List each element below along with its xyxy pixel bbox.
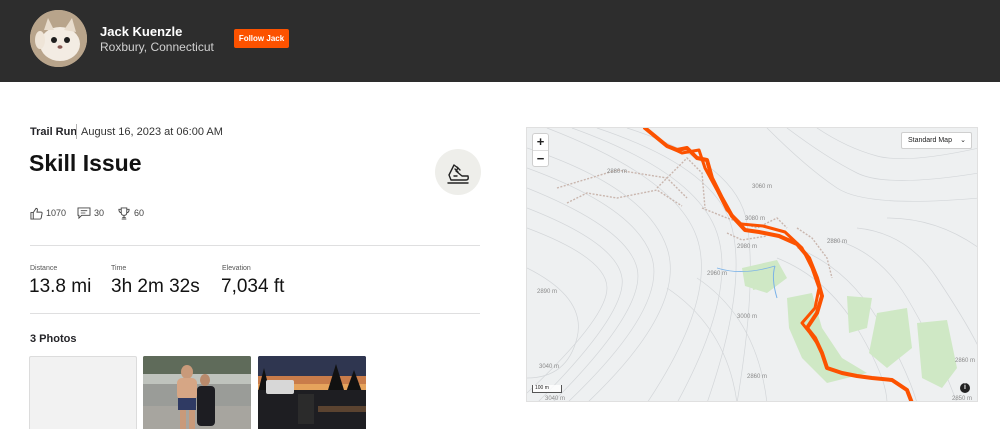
photo-thumbnail[interactable] xyxy=(29,356,137,429)
contour-label: 2880 m xyxy=(827,239,847,245)
thumbs-up-icon xyxy=(30,207,43,220)
zoom-out-button[interactable]: − xyxy=(533,151,548,167)
divider xyxy=(76,124,77,139)
divider xyxy=(30,245,480,246)
time-label: Time xyxy=(111,265,127,272)
distance-value: 13.8 mi xyxy=(29,276,92,297)
kudos-button[interactable]: 1070 xyxy=(30,206,66,220)
kudos-count: 1070 xyxy=(46,208,67,218)
achievements-button[interactable]: 60 xyxy=(117,206,144,220)
zoom-in-button[interactable]: + xyxy=(533,134,548,150)
contour-label: 2880 m xyxy=(607,169,627,175)
sport-badge xyxy=(435,149,481,195)
map-scale: 100 m xyxy=(532,385,562,393)
contour-label: 3000 m xyxy=(737,314,757,320)
chevron-down-icon: ⌄ xyxy=(960,137,966,144)
contour-label: 2850 m xyxy=(952,396,972,402)
photo-thumbnail[interactable] xyxy=(258,356,366,429)
contour-label: 2960 m xyxy=(707,271,727,277)
athlete-avatar[interactable] xyxy=(30,10,87,67)
cat-avatar-icon xyxy=(30,10,87,67)
trophy-icon xyxy=(118,206,130,220)
time-value: 3h 2m 32s xyxy=(111,276,200,297)
contour-label: 3080 m xyxy=(745,216,765,222)
trail-run-shoe-icon xyxy=(447,164,469,184)
comment-count: 30 xyxy=(94,208,105,218)
map-zoom-control: + − xyxy=(532,133,549,167)
contour-label: 2860 m xyxy=(747,374,767,380)
map-canvas[interactable]: 3060 m 3080 m 2960 m 2980 m 2860 m 2860 … xyxy=(527,128,978,402)
route-map[interactable]: 3060 m 3080 m 2960 m 2980 m 2860 m 2860 … xyxy=(526,127,978,402)
follow-button[interactable]: Follow Jack xyxy=(234,29,289,48)
contour-label: 2980 m xyxy=(737,244,757,250)
comments-button[interactable]: 30 xyxy=(77,206,104,220)
athlete-location: Roxbury, Connecticut xyxy=(100,40,214,54)
comment-icon xyxy=(77,207,91,219)
contour-label: 2860 m xyxy=(955,358,975,364)
distance-label: Distance xyxy=(30,265,58,272)
elevation-label: Elevation xyxy=(222,265,251,272)
photo-thumbnail[interactable] xyxy=(143,356,251,429)
runners-photo xyxy=(143,356,251,429)
map-style-select[interactable]: Standard Map ⌄ xyxy=(901,132,972,149)
athlete-name[interactable]: Jack Kuenzle xyxy=(100,24,182,39)
map-style-label: Standard Map xyxy=(908,137,952,144)
contour-label: 3040 m xyxy=(545,396,565,402)
elevation-value: 7,034 ft xyxy=(221,276,285,297)
activity-date: August 16, 2023 at 06:00 AM xyxy=(81,126,223,138)
sunset-photo xyxy=(258,356,366,429)
contour-label: 3060 m xyxy=(752,184,772,190)
achievement-count: 60 xyxy=(134,208,145,218)
info-icon[interactable]: i xyxy=(960,383,970,393)
divider xyxy=(30,313,480,314)
activity-type: Trail Run xyxy=(30,126,78,138)
contour-label: 2890 m xyxy=(537,289,557,295)
contour-label: 3040 m xyxy=(539,364,559,370)
activity-title: Skill Issue xyxy=(29,150,142,176)
photos-heading: 3 Photos xyxy=(30,333,77,345)
